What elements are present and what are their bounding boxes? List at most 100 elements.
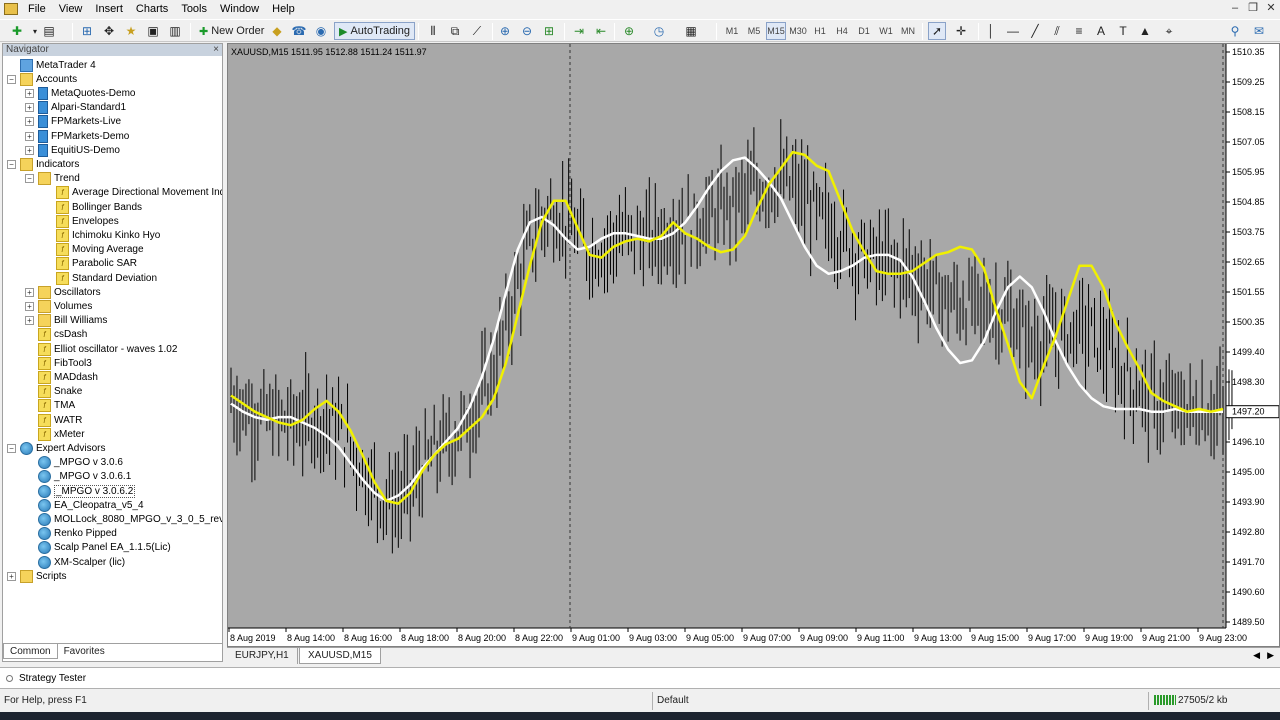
timeframe-w1[interactable]: W1	[876, 22, 896, 40]
horizontal-line-icon[interactable]: —	[1004, 22, 1022, 40]
close-icon[interactable]: ✕	[1264, 2, 1278, 15]
indicator-item[interactable]: f Envelopes	[43, 214, 119, 228]
strategy-tester-bar[interactable]: Strategy Tester	[0, 667, 1280, 689]
timeframe-m1[interactable]: M1	[722, 22, 742, 40]
expert-item[interactable]: MOLLock_8080_MPGO_v_3_0_5_rev2	[25, 512, 222, 526]
indicator-item[interactable]: f Parabolic SAR	[43, 257, 137, 271]
collapse-icon[interactable]: −	[25, 174, 34, 184]
expert-item[interactable]: _MPGO v 3.0.6.2	[25, 484, 136, 498]
chart-window[interactable]: 1510.35 1509.25 1508.15 1507.05 1505.95 1504.…	[227, 43, 1280, 647]
menu-charts[interactable]: Charts	[132, 0, 177, 18]
terminal-icon[interactable]: ▣	[144, 22, 162, 40]
menu-tools[interactable]: Tools	[177, 0, 216, 18]
expert-item[interactable]: EA_Cleopatra_v5_4	[25, 498, 144, 512]
tab-common[interactable]: Common	[3, 644, 58, 659]
cursor-icon[interactable]: ➚	[928, 22, 946, 40]
scroll-right-icon[interactable]: ▶	[1267, 650, 1274, 661]
crosshair-icon[interactable]: ✛	[952, 22, 970, 40]
close-icon[interactable]: ×	[213, 44, 219, 56]
expand-icon[interactable]: +	[25, 145, 34, 155]
search-icon[interactable]: ⚲	[1226, 22, 1244, 40]
chart-tab-xauusd[interactable]: XAUUSD,M15	[299, 648, 381, 664]
expert-item[interactable]: XM-Scalper (lic)	[25, 555, 125, 569]
minimize-icon[interactable]: –	[1228, 2, 1242, 15]
app-icon[interactable]	[4, 3, 18, 15]
market-icon[interactable]: ◉	[312, 22, 330, 40]
auto-scroll-icon[interactable]: ⇥	[570, 22, 588, 40]
zoom-in-icon[interactable]: ⊕	[496, 22, 514, 40]
strategy-tester-icon[interactable]: ▥	[166, 22, 184, 40]
tree-indicators[interactable]: − Indicators	[7, 157, 79, 171]
account-item[interactable]: + MetaQuotes-Demo	[25, 86, 135, 100]
timeframe-m30[interactable]: M30	[788, 22, 808, 40]
account-item[interactable]: + FPMarkets-Demo	[25, 129, 129, 143]
candlestick-icon[interactable]: ⧉	[446, 22, 464, 40]
expand-icon[interactable]: +	[25, 103, 34, 113]
zoom-out-icon[interactable]: ⊖	[518, 22, 536, 40]
tree-trend[interactable]: − Trend	[25, 172, 80, 186]
chart-shift-icon[interactable]: ⇤	[592, 22, 610, 40]
bar-chart-icon[interactable]: ⫴	[424, 22, 442, 40]
menu-file[interactable]: File	[24, 0, 55, 18]
custom-indicator-item[interactable]: f Snake	[25, 385, 82, 399]
arrows-icon[interactable]: ▲	[1136, 22, 1154, 40]
signals-icon[interactable]: ☎	[290, 22, 308, 40]
custom-indicator-item[interactable]: f xMeter	[25, 427, 85, 441]
metaeditor-icon[interactable]: ◆	[268, 22, 286, 40]
tree-root[interactable]: MetaTrader 4	[7, 58, 96, 72]
menu-window[interactable]: Window	[216, 0, 268, 18]
menu-view[interactable]: View	[55, 0, 92, 18]
restore-icon[interactable]: ❐	[1246, 2, 1260, 15]
account-item[interactable]: + Alpari-Standard1	[25, 101, 126, 115]
tile-windows-icon[interactable]: ⊞	[540, 22, 558, 40]
indicator-item[interactable]: f Moving Average	[43, 243, 144, 257]
expand-icon[interactable]: +	[25, 316, 34, 326]
new-order-button[interactable]: ✚ New Order	[194, 22, 269, 40]
expand-icon[interactable]: +	[25, 88, 34, 98]
tree-scripts[interactable]: + Scripts	[7, 569, 67, 583]
tab-favorites[interactable]: Favorites	[58, 644, 111, 659]
line-chart-icon[interactable]: ⟋	[468, 22, 486, 40]
expand-icon[interactable]: +	[7, 571, 16, 581]
autotrading-button[interactable]: ▶ AutoTrading	[334, 22, 415, 40]
expand-icon[interactable]: +	[25, 117, 34, 127]
custom-indicator-item[interactable]: f TMA	[25, 399, 75, 413]
trendline-icon[interactable]: ╱	[1026, 22, 1044, 40]
indicator-group[interactable]: + Oscillators	[25, 285, 101, 299]
timeframe-h1[interactable]: H1	[810, 22, 830, 40]
expert-item[interactable]: Renko Pipped	[25, 527, 117, 541]
shapes-icon[interactable]: ⌖	[1160, 22, 1178, 40]
fibonacci-icon[interactable]: ≡	[1070, 22, 1088, 40]
label-icon[interactable]: T	[1114, 22, 1132, 40]
expert-item[interactable]: _MPGO v 3.0.6.1	[25, 470, 131, 484]
price-chart[interactable]: 1510.35 1509.25 1508.15 1507.05 1505.95 1504.…	[228, 44, 1279, 646]
expand-icon[interactable]: +	[25, 131, 34, 141]
navigator-icon[interactable]: ★	[122, 22, 140, 40]
timeframe-d1[interactable]: D1	[854, 22, 874, 40]
indicator-item[interactable]: f Ichimoku Kinko Hyo	[43, 228, 160, 242]
timeframe-m5[interactable]: M5	[744, 22, 764, 40]
timeframe-h4[interactable]: H4	[832, 22, 852, 40]
menu-help[interactable]: Help	[268, 0, 304, 18]
custom-indicator-item[interactable]: f Elliot oscillator - waves 1.02	[25, 342, 177, 356]
indicator-item[interactable]: f Bollinger Bands	[43, 200, 142, 214]
periods-icon[interactable]: ◷	[650, 22, 668, 40]
data-window-icon[interactable]: ✥	[100, 22, 118, 40]
custom-indicator-item[interactable]: f csDash	[25, 328, 87, 342]
collapse-icon[interactable]: −	[7, 74, 16, 84]
profiles-icon[interactable]: ▤	[40, 22, 58, 40]
chat-icon[interactable]: ✉	[1250, 22, 1268, 40]
timeframe-mn[interactable]: MN	[898, 22, 918, 40]
channel-icon[interactable]: ⫽	[1048, 22, 1066, 40]
account-item[interactable]: + EquitiUS-Demo	[25, 143, 120, 157]
custom-indicator-item[interactable]: f FibTool3	[25, 356, 92, 370]
new-chart-icon[interactable]: ✚	[8, 22, 26, 40]
vertical-line-icon[interactable]: │	[982, 22, 1000, 40]
tree-expert-advisors[interactable]: − Expert Advisors	[7, 441, 105, 455]
collapse-icon[interactable]: −	[7, 443, 16, 453]
indicator-group[interactable]: + Volumes	[25, 299, 92, 313]
indicator-item[interactable]: f Average Directional Movement Ind	[43, 186, 222, 200]
custom-indicator-item[interactable]: f WATR	[25, 413, 82, 427]
templates-icon[interactable]: ▦	[682, 22, 700, 40]
timeframe-m15[interactable]: M15	[766, 22, 786, 40]
